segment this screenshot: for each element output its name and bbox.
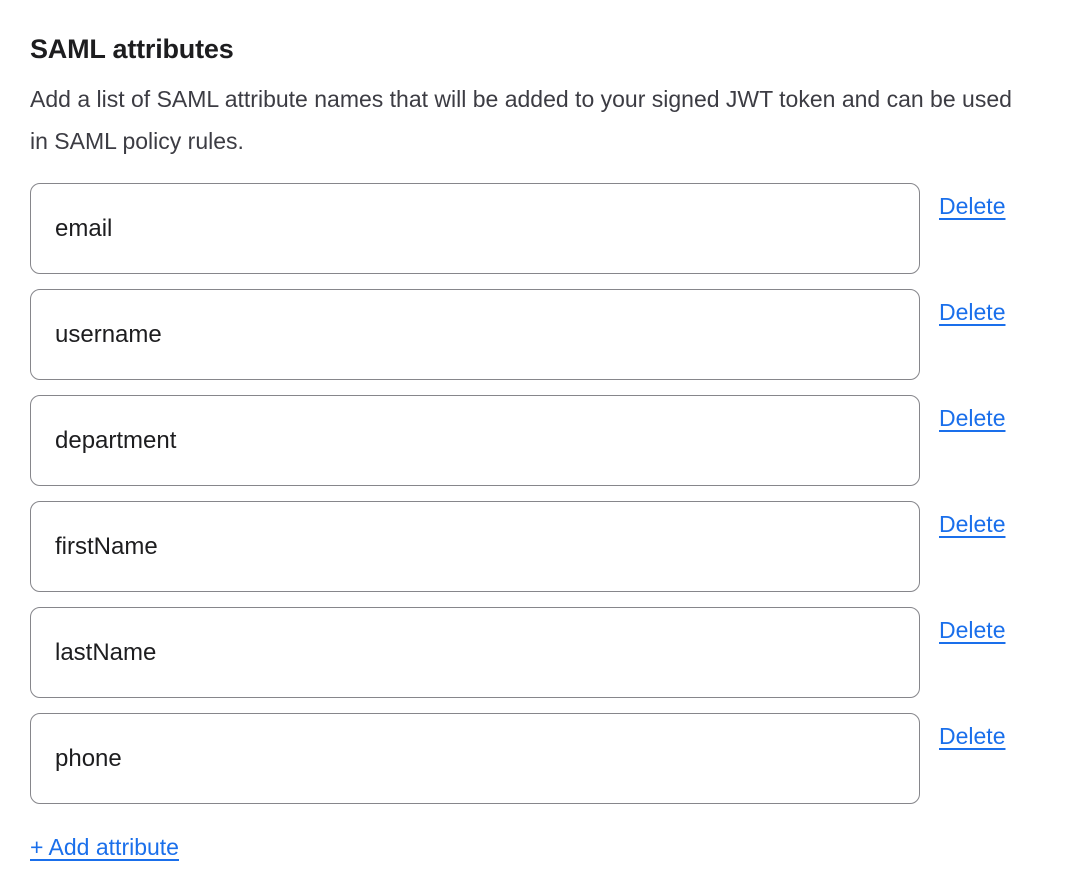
attribute-row: Delete	[30, 607, 1036, 698]
attribute-name-input[interactable]	[30, 713, 920, 804]
page-description: Add a list of SAML attribute names that …	[30, 78, 1022, 162]
attribute-row: Delete	[30, 501, 1036, 592]
delete-attribute-link[interactable]: Delete	[939, 510, 1005, 538]
saml-attributes-section: SAML attributes Add a list of SAML attri…	[0, 0, 1066, 861]
page-title: SAML attributes	[30, 34, 1036, 65]
attribute-row: Delete	[30, 395, 1036, 486]
attribute-name-input[interactable]	[30, 501, 920, 592]
attribute-row: Delete	[30, 289, 1036, 380]
attribute-name-input[interactable]	[30, 183, 920, 274]
attributes-list: Delete Delete Delete Delete Delete Delet…	[30, 183, 1036, 804]
attribute-row: Delete	[30, 713, 1036, 804]
attribute-name-input[interactable]	[30, 395, 920, 486]
delete-attribute-link[interactable]: Delete	[939, 722, 1005, 750]
delete-attribute-link[interactable]: Delete	[939, 192, 1005, 220]
delete-attribute-link[interactable]: Delete	[939, 616, 1005, 644]
delete-attribute-link[interactable]: Delete	[939, 298, 1005, 326]
delete-attribute-link[interactable]: Delete	[939, 404, 1005, 432]
attribute-row: Delete	[30, 183, 1036, 274]
attribute-name-input[interactable]	[30, 607, 920, 698]
add-attribute-link[interactable]: + Add attribute	[30, 833, 179, 861]
attribute-name-input[interactable]	[30, 289, 920, 380]
